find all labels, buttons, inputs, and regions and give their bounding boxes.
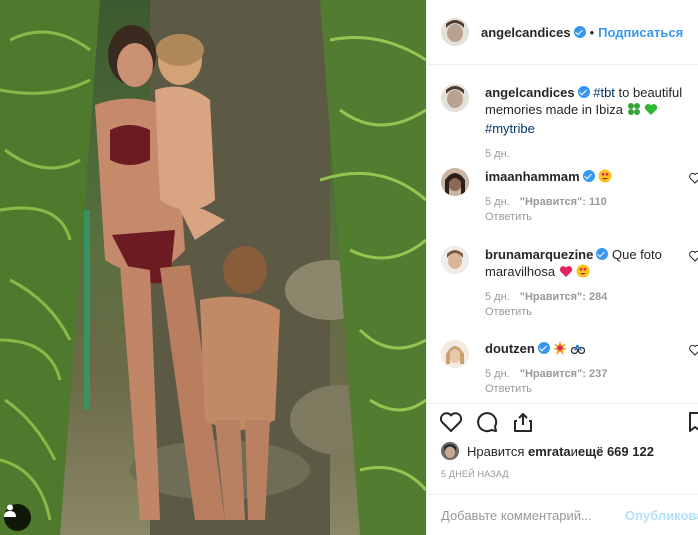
author-avatar[interactable]: [441, 18, 469, 46]
commenter-avatar[interactable]: [441, 246, 469, 274]
comment-time: 5 дн.: [485, 368, 510, 380]
red-heart-icon: [559, 265, 573, 282]
caption-username[interactable]: angelcandices: [485, 85, 575, 100]
heart-icon[interactable]: [439, 410, 463, 434]
share-icon[interactable]: [511, 410, 535, 434]
caption-time: 5 дн.: [485, 148, 510, 160]
liked-by[interactable]: Нравится emrata и ещё 669 122: [441, 442, 654, 460]
post-header: angelcandices • Подписаться: [427, 0, 698, 65]
hashtag-link[interactable]: #tbt: [593, 85, 615, 100]
publish-button[interactable]: Опубликовать: [625, 508, 698, 523]
comment-like-heart-icon[interactable]: [689, 250, 698, 262]
post-modal: angelcandices • Подписаться angelcandice…: [0, 0, 698, 535]
likes-conj: и: [570, 443, 578, 459]
comment-time: 5 дн.: [485, 196, 510, 208]
verified-badge-icon: [596, 248, 609, 260]
green-heart-icon: [644, 103, 658, 120]
caption-body: angelcandices #tbt to beautiful memories…: [485, 84, 690, 161]
liker-avatar[interactable]: [441, 442, 459, 460]
clover-icon: [627, 102, 641, 120]
comment-likes[interactable]: "Нравится": 237: [520, 368, 608, 380]
comment-username[interactable]: doutzen: [485, 341, 535, 356]
comment-time: 5 дн.: [485, 291, 510, 303]
reply-button[interactable]: Ответить: [485, 381, 690, 398]
verified-badge-icon: [577, 86, 590, 98]
collision-emoji-icon: [553, 341, 568, 359]
heart-eyes-emoji-icon: [576, 264, 590, 282]
reply-button[interactable]: Ответить: [485, 304, 690, 321]
comments-list[interactable]: angelcandices #tbt to beautiful memories…: [427, 66, 698, 403]
comment-like-heart-icon[interactable]: [689, 344, 698, 356]
caption-avatar[interactable]: [441, 84, 469, 112]
user-tag-icon[interactable]: [4, 504, 31, 531]
verified-badge-icon: [573, 26, 586, 38]
reply-button[interactable]: Ответить: [485, 209, 690, 226]
verified-badge-icon: [582, 170, 595, 182]
comment-username[interactable]: brunamarquezine: [485, 247, 593, 262]
comment-body: imaanhammam 5 дн. "Нравится": 110 Ответит…: [485, 168, 690, 226]
photo-illustration: [0, 0, 426, 535]
post-actions: Нравится emrata и ещё 669 122 5 ДНЕЙ НАЗ…: [427, 403, 698, 535]
comment-username[interactable]: imaanhammam: [485, 169, 580, 184]
follow-button[interactable]: Подписаться: [598, 25, 683, 40]
comment-input[interactable]: [441, 508, 621, 523]
likes-prefix: Нравится: [467, 443, 525, 459]
comment-icon[interactable]: [475, 410, 499, 434]
header-separator: •: [589, 24, 595, 40]
comment-likes[interactable]: "Нравится": 284: [520, 291, 608, 303]
heart-eyes-emoji-icon: [598, 169, 612, 187]
post-sidebar: angelcandices • Подписаться angelcandice…: [426, 0, 698, 535]
author-username[interactable]: angelcandices: [481, 25, 571, 40]
comment-likes[interactable]: "Нравится": 110: [520, 196, 607, 208]
commenter-avatar[interactable]: [441, 340, 469, 368]
add-comment-bar: Опубликовать: [427, 494, 698, 535]
bike-emoji-icon: [570, 341, 586, 359]
likes-count[interactable]: ещё 669 122: [578, 444, 654, 459]
post-photo[interactable]: [0, 0, 426, 535]
post-timestamp[interactable]: 5 ДНЕЙ НАЗАД: [441, 469, 509, 479]
liker-username[interactable]: emrata: [528, 444, 571, 459]
comment-body: doutzen 5 дн. "Нравится": 237 Ответить: [485, 340, 690, 398]
commenter-avatar[interactable]: [441, 168, 469, 196]
bookmark-icon[interactable]: [689, 410, 698, 434]
verified-badge-icon: [537, 342, 550, 354]
hashtag-link[interactable]: #mytribe: [485, 121, 535, 136]
comment-like-heart-icon[interactable]: [689, 172, 698, 184]
comment-body: brunamarquezine Que foto maravilhosa 5 д…: [485, 246, 690, 321]
